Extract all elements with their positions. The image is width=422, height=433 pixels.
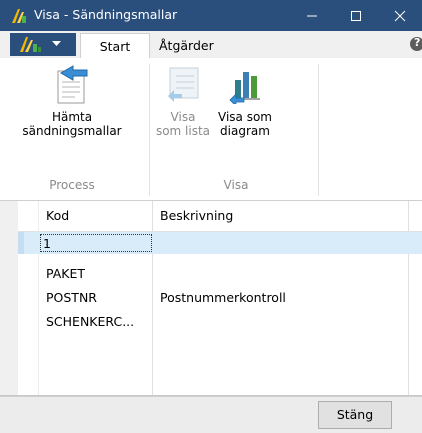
- table-cell-kod: 1: [43, 236, 51, 251]
- tab-atgarder[interactable]: Åtgärder: [159, 33, 214, 58]
- view-as-list-label-2: som lista: [155, 124, 211, 138]
- minimize-icon: [307, 15, 317, 16]
- row-selector[interactable]: [18, 232, 24, 254]
- maximize-button[interactable]: [334, 0, 378, 31]
- table-cell-kod[interactable]: PAKET: [46, 266, 85, 281]
- fetch-templates-label-2: sändningsmallar: [22, 124, 122, 138]
- app-logo-icon: [20, 37, 41, 52]
- close-button[interactable]: Stäng: [318, 401, 392, 429]
- templates-grid: Kod Beskrivning 1 PAKET POSTNR Postnumme…: [18, 201, 422, 395]
- fetch-templates-button[interactable]: Hämta sändningsmallar: [4, 64, 140, 138]
- column-header-kod[interactable]: Kod: [46, 208, 69, 223]
- view-as-chart-label-2: diagram: [220, 124, 270, 138]
- table-cell-kod[interactable]: POSTNR: [46, 290, 97, 305]
- ribbon-panel: Hämta sändningsmallar Process Visa som l…: [0, 58, 422, 201]
- close-icon: [394, 10, 406, 21]
- view-as-chart-label-1: Visa som: [218, 110, 272, 124]
- grid-header: Kod Beskrivning: [18, 201, 422, 232]
- window-title: Visa - Sändningsmallar: [34, 7, 178, 22]
- group-label-process: Process: [49, 178, 95, 192]
- list-view-icon: [168, 67, 199, 102]
- table-cell-kod-focused[interactable]: 1: [40, 234, 152, 252]
- table-cell-kod[interactable]: SCHENKERC...: [46, 314, 134, 329]
- tab-start[interactable]: Start: [80, 33, 150, 59]
- minimize-button[interactable]: [290, 0, 334, 31]
- app-logo-icon: [12, 9, 26, 23]
- maximize-icon: [351, 10, 361, 21]
- table-row[interactable]: PAKET: [18, 262, 422, 284]
- title-bar: Visa - Sändningsmallar: [0, 0, 422, 31]
- footer-bar: Stäng: [0, 396, 422, 433]
- column-header-beskrivning[interactable]: Beskrivning: [160, 208, 233, 223]
- table-row[interactable]: SCHENKERC...: [18, 310, 422, 332]
- chevron-down-icon: [52, 41, 61, 46]
- help-icon[interactable]: ?: [410, 37, 422, 51]
- group-label-visa: Visa: [223, 178, 249, 192]
- table-row[interactable]: POSTNR Postnummerkontroll: [18, 286, 422, 308]
- ribbon-divider: [318, 64, 319, 196]
- fetch-document-icon: [57, 65, 88, 104]
- close-window-button[interactable]: [378, 0, 422, 31]
- view-as-list-button[interactable]: Visa som lista: [154, 64, 212, 138]
- ribbon-divider: [149, 64, 150, 196]
- view-as-chart-button[interactable]: Visa som diagram: [214, 64, 276, 138]
- table-cell-beskrivning[interactable]: Postnummerkontroll: [160, 290, 286, 305]
- help-icon-glyph: ?: [414, 37, 421, 49]
- fetch-templates-label-1: Hämta: [51, 110, 93, 124]
- table-row[interactable]: 1: [18, 232, 422, 254]
- view-as-list-label-1: Visa: [170, 110, 196, 124]
- chart-view-icon: [229, 72, 260, 104]
- application-menu-button[interactable]: [10, 33, 76, 56]
